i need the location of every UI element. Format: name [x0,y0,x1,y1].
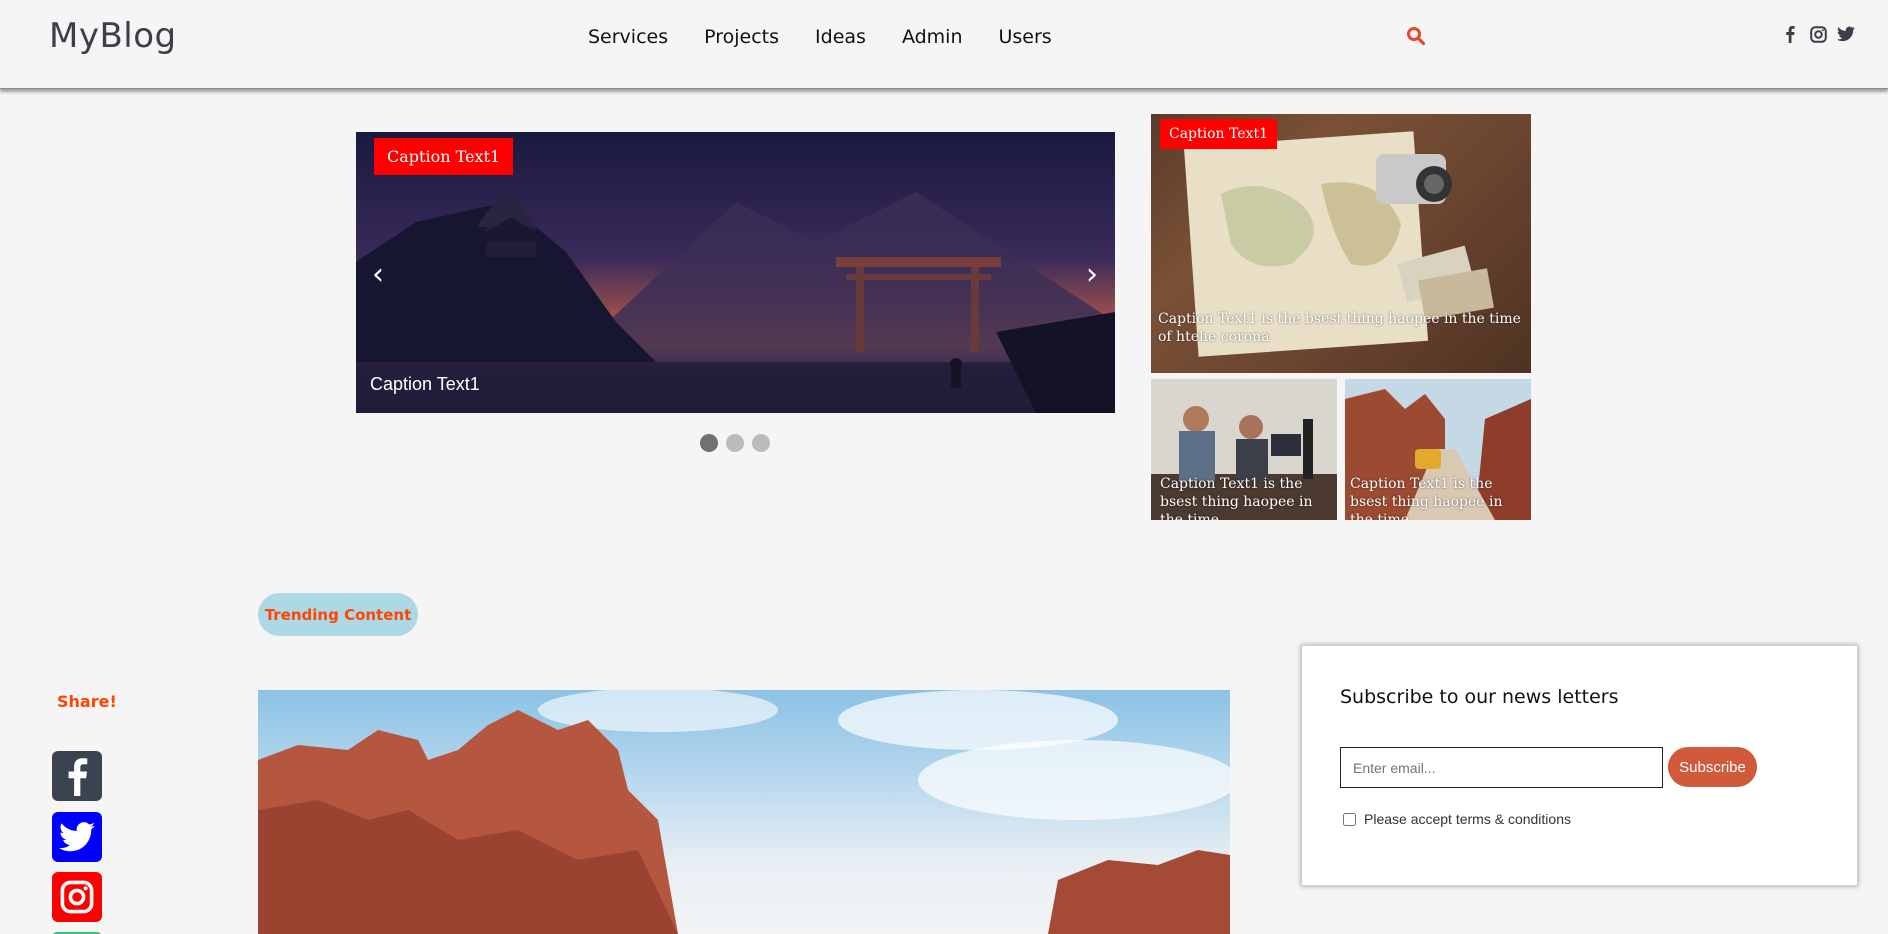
search-icon[interactable] [1406,26,1428,48]
featured-tile-left[interactable]: Caption Text1 is the bsest thing haopee … [1151,379,1337,520]
carousel-indicators [700,434,770,452]
subscribe-button[interactable]: Subscribe [1668,747,1757,787]
header-social-links [1781,24,1855,44]
nav-item-admin[interactable]: Admin [902,26,963,48]
carousel-dot-2[interactable] [726,434,744,452]
instagram-icon [60,880,94,914]
trending-content-pill[interactable]: Trending Content [258,593,418,636]
share-label: Share! [57,692,117,711]
featured-tile-caption: Caption Text1 is the bsest thing haopee … [1158,311,1521,345]
carousel-prev-button[interactable]: ‹ [372,260,384,290]
twitter-icon [59,822,95,852]
twitter-icon[interactable] [1837,24,1855,44]
share-instagram-button[interactable] [52,872,102,922]
nav-item-ideas[interactable]: Ideas [815,26,866,48]
featured-tile-right[interactable]: Caption Text1 is the bsest thing haopee … [1345,379,1531,520]
carousel-caption: Caption Text1 [370,374,480,394]
nav-item-services[interactable]: Services [588,26,668,48]
carousel-dot-3[interactable] [752,434,770,452]
terms-row[interactable]: Please accept terms & conditions [1343,811,1571,827]
site-logo[interactable]: MyBlog [49,16,177,56]
featured-tile-left-caption: Caption Text1 is the bsest thing haopee … [1160,476,1313,520]
email-input[interactable] [1340,747,1663,788]
nav-item-users[interactable]: Users [999,26,1052,48]
terms-checkbox[interactable] [1343,812,1356,826]
share-twitter-button[interactable] [52,812,102,862]
newsletter-title: Subscribe to our news letters [1340,686,1619,708]
share-facebook-button[interactable] [52,751,102,801]
facebook-icon[interactable] [1781,24,1799,44]
terms-label: Please accept terms & conditions [1364,811,1571,827]
newsletter-panel: Subscribe to our news letters Subscribe … [1301,645,1858,886]
carousel-badge: Caption Text1 [374,138,514,175]
featured-tile-main[interactable]: Caption Text1 Caption Text1 is the bsest… [1151,114,1531,373]
featured-tile-right-caption: Caption Text1 is the bsest thing haopee … [1350,476,1503,520]
nav-item-projects[interactable]: Projects [704,26,779,48]
site-header: MyBlog Services Projects Ideas Admin Use… [0,0,1888,89]
instagram-icon[interactable] [1809,24,1827,44]
main-nav: Services Projects Ideas Admin Users [588,26,1052,48]
canyon-image [258,690,1230,934]
trending-article-image[interactable] [258,690,1230,934]
featured-tile-badge: Caption Text1 [1160,119,1277,149]
hero-carousel[interactable]: Caption Text1 ‹ › Caption Text1 [356,132,1115,413]
carousel-dot-1[interactable] [700,434,718,452]
carousel-next-button[interactable]: › [1086,260,1098,290]
facebook-icon [68,758,88,796]
